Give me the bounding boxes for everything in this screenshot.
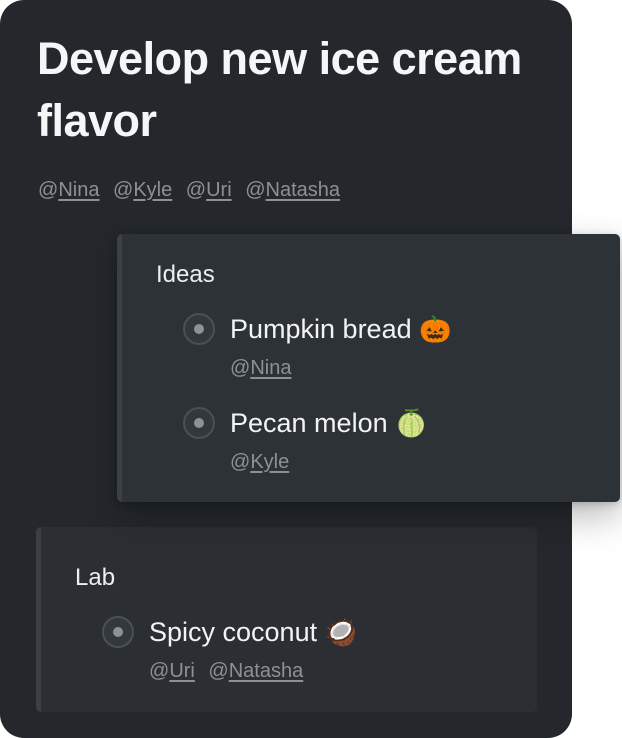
group-title: Lab (75, 564, 116, 591)
mention-uri[interactable]: @Uri (149, 660, 195, 682)
mention-name: Kyle (250, 451, 290, 473)
mention-name: Natasha (265, 179, 341, 201)
mention-at-sign: @ (230, 451, 251, 473)
mention-at-sign: @ (208, 660, 229, 682)
mention-uri[interactable]: @Uri (186, 179, 232, 201)
mention-at-sign: @ (185, 179, 207, 201)
mention-name: Uri (169, 660, 195, 682)
item-label: Pumpkin bread 🎃 (230, 313, 452, 346)
melon-icon: 🍈 (395, 409, 428, 439)
mention-name: Nina (250, 357, 292, 379)
task-title: Develop new ice cream flavor (37, 33, 522, 146)
mention-at-sign: @ (245, 179, 266, 201)
mention-at-sign: @ (38, 179, 59, 201)
mention-kyle[interactable]: @Kyle (230, 451, 289, 473)
group-title: Ideas (156, 261, 215, 288)
item-mentions: @Uri @Natasha (149, 658, 303, 684)
radio-button[interactable] (183, 313, 215, 345)
item-title: Pumpkin bread (230, 314, 412, 344)
item-mentions: @Nina (230, 355, 291, 381)
jack-o-lantern-icon: 🎃 (419, 315, 452, 345)
mention-nina[interactable]: @Nina (38, 179, 99, 201)
mention-name: Kyle (133, 179, 173, 201)
lab-group: Lab Spicy coconut 🥥 @Uri @Natasha (36, 527, 537, 712)
coconut-icon: 🥥 (324, 618, 357, 648)
mention-nina[interactable]: @Nina (230, 357, 291, 379)
radio-button[interactable] (183, 407, 215, 439)
mention-at-sign: @ (230, 357, 251, 379)
item-mentions: @Kyle (230, 449, 289, 475)
list-item-pecan-melon: Pecan melon 🍈 @Kyle (183, 407, 603, 479)
mention-at-sign: @ (149, 660, 170, 682)
list-item-pumpkin-bread: Pumpkin bread 🎃 @Nina (183, 313, 603, 385)
ideas-group: Ideas Pumpkin bread 🎃 @Nina Pecan melon … (117, 234, 620, 502)
radio-button[interactable] (102, 616, 134, 648)
item-title: Spicy coconut (149, 617, 318, 647)
mention-name: Natasha (228, 660, 304, 682)
task-mentions: @Nina @Kyle @Uri @Natasha (38, 177, 340, 203)
mention-natasha[interactable]: @Natasha (245, 179, 340, 201)
item-label: Spicy coconut 🥥 (149, 616, 357, 649)
item-title: Pecan melon (230, 408, 388, 438)
mention-name: Nina (58, 179, 100, 201)
item-label: Pecan melon 🍈 (230, 407, 428, 440)
mention-kyle[interactable]: @Kyle (113, 179, 172, 201)
mention-name: Uri (206, 179, 232, 201)
stage: Develop new ice cream flavor @Nina @Kyle… (0, 0, 622, 738)
mention-natasha[interactable]: @Natasha (208, 660, 303, 682)
list-item-spicy-coconut: Spicy coconut 🥥 @Uri @Natasha (102, 616, 522, 688)
mention-at-sign: @ (113, 179, 134, 201)
